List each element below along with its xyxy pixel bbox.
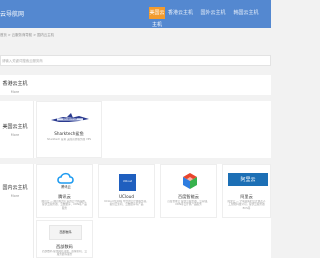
category-section-2: 美国云主机 More SHARKTECH Sharktech鲨鱼 Sharkte… [0, 101, 271, 158]
provider-description: 百度智能云 提供云服务器、云存储、CDN等云计算产品服务 [167, 200, 210, 207]
provider-description: UCloud 优刻得 中立的云计算服务商，提供云主机、云数据库等产品 [104, 200, 149, 207]
provider-name: Sharktech鲨鱼 [54, 131, 84, 136]
provider-card-sharktech[interactable]: SHARKTECH Sharktech鲨鱼 Sharktech 鲨鱼 美国高防服… [36, 101, 102, 158]
category-header-2[interactable]: 美国云主机 More [0, 123, 30, 137]
category-title: 国内云主机 [2, 185, 28, 191]
nav-item-2[interactable]: 香港云主机 [168, 7, 193, 19]
top-navigation-bar: 云导航网 美国云主机 香港云主机 国外云主机 韩国云主机 [0, 0, 271, 28]
provider-card-aliyun[interactable]: 阿里云 阿里云 阿里云 — 全球领先的云计算及人工智能科技公司，提供云服务器EC… [222, 164, 271, 218]
category-header-3[interactable]: 国内云主机 More [0, 184, 30, 198]
svg-text:SHARKTECH: SHARKTECH [63, 118, 78, 121]
west-digital-logo-icon: 西部数码 [49, 225, 82, 240]
provider-card-ucloud[interactable]: UCloud UCloud UCloud 优刻得 中立的云计算服务商，提供云主机… [98, 164, 155, 218]
category-header-1[interactable]: 香港云主机 More [0, 80, 30, 94]
category-section-3: 国内云主机 More 腾讯云 腾讯云 腾讯云 — 腾讯倾力打造的云计算品牌，提供… [0, 164, 271, 258]
sharktech-logo-icon: SHARKTECH [51, 113, 89, 122]
provider-card-tencent-cloud[interactable]: 腾讯云 腾讯云 腾讯云 — 腾讯倾力打造的云计算品牌，提供云服务器、云数据库、C… [36, 164, 93, 218]
category-title: 香港云主机 [2, 81, 28, 87]
ucloud-logo-icon: UCloud [119, 174, 136, 191]
site-logo[interactable]: 云导航网 [0, 9, 24, 18]
search-bar[interactable]: 请输入关键词搜索云服务商 [0, 55, 271, 66]
breadcrumb: 首页 > 云服务商导航 > 国内云主机 [0, 33, 55, 37]
provider-card-baidu-cloud[interactable]: 百度智能云 百度智能云 提供云服务器、云存储、CDN等云计算产品服务 [160, 164, 217, 218]
provider-description: 腾讯云 — 腾讯倾力打造的云计算品牌，提供云服务器、云数据库、CDN等产品服务 [41, 200, 88, 210]
search-placeholder: 请输入关键词搜索云服务商 [2, 59, 43, 63]
nav-item-1[interactable]: 美国云主机 [149, 7, 165, 28]
category-more-link[interactable]: More [0, 133, 30, 137]
provider-card-west-digital[interactable]: 西部数码 西部数码 西部数码 提供域名注册、虚拟主机、云服务器等服务 [36, 220, 93, 258]
nav-item-4[interactable]: 韩国云主机 [232, 7, 260, 19]
category-title: 美国云主机 [2, 124, 28, 130]
nav-item-3[interactable]: 国外云主机 [199, 7, 227, 19]
section-divider [33, 101, 34, 158]
section-divider [33, 164, 34, 258]
tencent-cloud-logo-icon: 腾讯云 [57, 172, 74, 189]
category-section-1: 香港云主机 More [0, 75, 271, 95]
aliyun-logo-icon: 阿里云 [228, 173, 268, 186]
provider-description: Sharktech 鲨鱼 美国高防服务器 VPS [47, 138, 91, 141]
category-more-link[interactable]: More [0, 90, 30, 94]
provider-description: 西部数码 提供域名注册、虚拟主机、云服务器等服务 [42, 250, 87, 257]
provider-description: 阿里云 — 全球领先的云计算及人工智能科技公司，提供云服务器ECS等 [227, 200, 266, 210]
provider-name: UCloud [118, 194, 135, 199]
svg-text:腾讯云: 腾讯云 [61, 184, 71, 189]
category-more-link[interactable]: More [0, 194, 30, 198]
baidu-cloud-logo-icon [183, 173, 197, 189]
